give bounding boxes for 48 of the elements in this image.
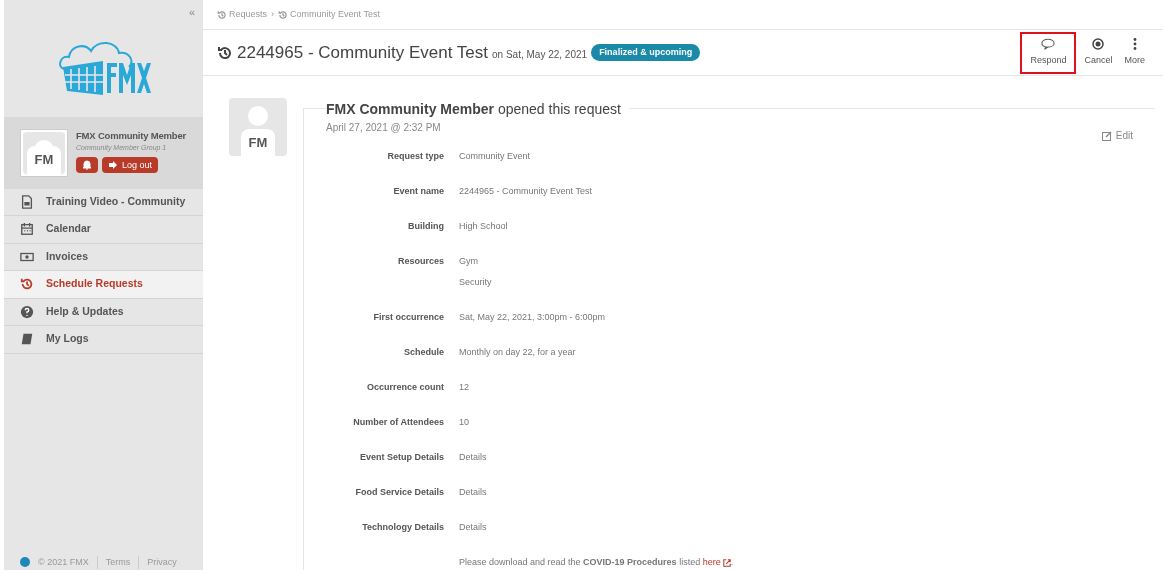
field-value: Security <box>459 276 492 289</box>
note-period: . <box>730 557 734 567</box>
covid-note: Please download and read the COVID-19 Procedures listed here . <box>459 556 734 569</box>
nav-item[interactable]: My Logs <box>4 326 203 354</box>
avatar: FM <box>23 131 65 174</box>
field-label: Food Service Details <box>354 486 444 499</box>
field-label: Event Setup Details <box>358 451 444 464</box>
avatar: FM <box>229 98 287 156</box>
toolbar-button[interactable]: Respond <box>1020 31 1077 74</box>
nav-item[interactable]: Training Video - Community <box>4 188 203 216</box>
field-value: Details <box>459 521 487 534</box>
copyright-text: © 2021 FMX <box>38 555 89 569</box>
field-label: Occurrence count <box>365 381 444 394</box>
field-value: 10 <box>459 416 469 429</box>
field-value: 2244965 - Community Event Test <box>459 185 592 198</box>
field-value: Gym <box>459 255 479 268</box>
nav-item[interactable]: Schedule Requests <box>4 271 203 299</box>
field-value: Details <box>459 486 487 499</box>
logout-button[interactable]: Log out <box>102 157 159 174</box>
edit-link[interactable]: Edit <box>1101 128 1133 143</box>
field-label: Building <box>407 220 444 233</box>
field-value: High School <box>459 220 508 233</box>
toolbar-button[interactable]: More <box>1120 31 1149 74</box>
field-label: First occurrence <box>372 311 444 324</box>
user-name: FMX Community Member <box>76 128 186 143</box>
field-label: Schedule <box>403 346 444 359</box>
field-label: Request type <box>386 150 444 163</box>
field-label: Technology Details <box>361 521 444 534</box>
breadcrumb-separator: › <box>271 7 275 21</box>
status-badge: Finalized & upcoming <box>591 43 701 62</box>
title-date: on Sat, May 22, 2021 <box>492 48 588 62</box>
field-label: Resources <box>396 255 444 268</box>
breadcrumb-link[interactable]: Requests <box>217 7 268 22</box>
nav-item[interactable]: Help & Updates <box>4 298 203 326</box>
field-value: Monthly on day 22, for a year <box>459 346 576 359</box>
field-value: Community Event <box>459 150 531 163</box>
field-value: 12 <box>459 381 469 394</box>
field-value: Details <box>459 451 487 464</box>
toolbar-button[interactable]: Cancel <box>1080 31 1117 74</box>
collapse-button[interactable]: « <box>188 4 195 21</box>
field-value: Sat, May 22, 2021, 3:00pm - 6:00pm <box>459 311 606 324</box>
request-time: April 27, 2021 @ 2:32 PM <box>326 121 441 135</box>
here-link[interactable]: here <box>702 557 721 567</box>
breadcrumb-link[interactable]: Community Event Test <box>278 7 380 22</box>
nav-item[interactable]: Calendar <box>4 216 203 244</box>
field-label: Number of Attendees <box>352 416 444 429</box>
page-title: 2244965 - Community Event Test <box>237 41 489 64</box>
field-label: Event name <box>392 185 444 198</box>
